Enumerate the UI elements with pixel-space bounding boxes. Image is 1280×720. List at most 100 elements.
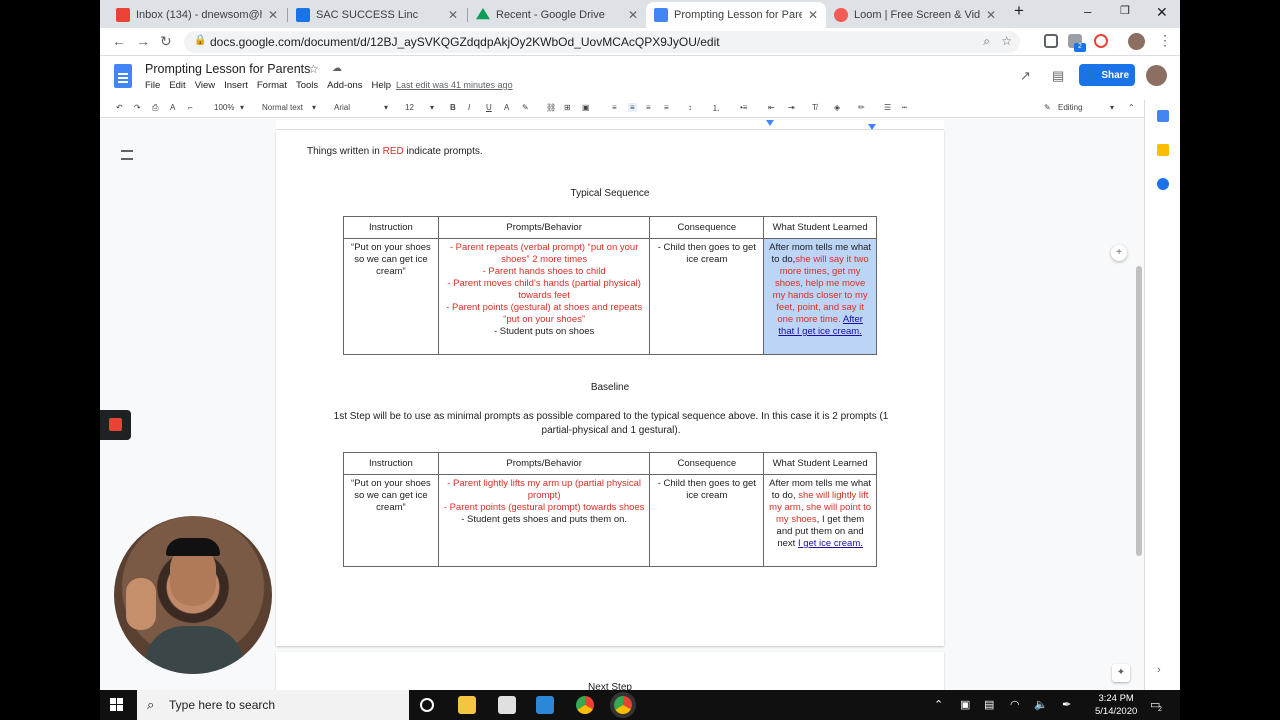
- bold-icon[interactable]: B: [450, 103, 456, 112]
- activity-trend-icon[interactable]: ↗: [1020, 68, 1031, 84]
- expand-panel-icon[interactable]: ›: [1157, 664, 1161, 676]
- window-close-icon[interactable]: ✕: [1156, 4, 1168, 21]
- menu-addons[interactable]: Add-ons: [327, 80, 362, 91]
- font-select[interactable]: Arial: [334, 103, 350, 112]
- document-page[interactable]: Things written in RED indicate prompts. …: [276, 130, 1127, 646]
- menu-help[interactable]: Help: [372, 80, 392, 91]
- taskbar-search[interactable]: ⌕ Type here to search: [137, 690, 409, 720]
- tab-gmail[interactable]: Inbox (134) - dnewsom@hbuh ✕: [108, 2, 286, 28]
- collapse-icon[interactable]: ⌃: [1128, 103, 1135, 112]
- pen-icon[interactable]: ✒: [1062, 698, 1071, 711]
- tasks-icon[interactable]: [1157, 178, 1169, 190]
- align-left-icon[interactable]: ≡: [612, 103, 617, 112]
- learned-link[interactable]: I get ice cream.: [798, 538, 863, 549]
- tray-app-icon[interactable]: ▣: [960, 698, 970, 711]
- numbered-list-icon[interactable]: ⒈: [712, 103, 720, 114]
- docs-logo-icon[interactable]: [114, 64, 132, 88]
- minimize-icon[interactable]: –: [1084, 4, 1091, 19]
- border-dash-icon[interactable]: ┅: [902, 103, 907, 112]
- menu-format[interactable]: Format: [257, 80, 287, 91]
- document-page-2[interactable]: Next Step: [276, 652, 944, 690]
- menu-insert[interactable]: Insert: [224, 80, 248, 91]
- windows-start-icon[interactable]: [110, 698, 123, 711]
- border-width-icon[interactable]: ☰: [884, 103, 891, 112]
- loom-extension-icon[interactable]: [1094, 34, 1108, 48]
- cortana-icon[interactable]: [420, 698, 434, 712]
- last-edit-link[interactable]: Last edit was 41 minutes ago: [396, 80, 513, 90]
- link-icon[interactable]: ⛓: [546, 103, 556, 112]
- menu-icon[interactable]: ⋮: [1158, 32, 1172, 49]
- decrease-indent-icon[interactable]: ⇤: [768, 103, 775, 112]
- redo-icon[interactable]: ↷: [134, 103, 141, 112]
- store-icon[interactable]: [498, 696, 516, 714]
- chevron-down-icon[interactable]: ▾: [430, 103, 434, 112]
- outline-icon[interactable]: [121, 150, 133, 160]
- tab-loom[interactable]: Loom | Free Screen & Video Re ✕: [826, 2, 1004, 28]
- style-select[interactable]: Normal text: [262, 103, 303, 112]
- reload-icon[interactable]: ↻: [160, 33, 172, 50]
- edit-pencil-icon[interactable]: ✎: [1044, 103, 1051, 112]
- tab-google-drive[interactable]: Recent - Google Drive ✕: [468, 2, 646, 28]
- close-icon[interactable]: ✕: [628, 8, 638, 22]
- scrollbar[interactable]: [1136, 266, 1142, 556]
- close-icon[interactable]: ✕: [268, 8, 278, 22]
- explore-icon[interactable]: ✦: [1112, 664, 1130, 682]
- underline-icon[interactable]: U: [486, 103, 492, 112]
- tab-prompting-lesson[interactable]: Prompting Lesson for Parents ✕: [646, 2, 826, 28]
- comment-history-icon[interactable]: ▤: [1052, 68, 1064, 84]
- keep-icon[interactable]: [1157, 144, 1169, 156]
- wifi-icon[interactable]: ◠: [1010, 698, 1020, 711]
- loom-record-button[interactable]: [100, 410, 131, 440]
- account-avatar[interactable]: [1146, 65, 1167, 86]
- menu-view[interactable]: View: [195, 80, 215, 91]
- webcam-bubble[interactable]: [114, 516, 272, 674]
- italic-icon[interactable]: I: [468, 103, 470, 112]
- tray-app-icon[interactable]: ▤: [984, 698, 994, 711]
- align-center-icon[interactable]: ≡: [628, 103, 637, 112]
- bulleted-list-icon[interactable]: •≡: [740, 103, 747, 112]
- text-color-icon[interactable]: A: [504, 103, 509, 112]
- star-icon[interactable]: ☆: [308, 62, 319, 76]
- tab-sac-success[interactable]: SAC SUCCESS Linc ✕: [288, 2, 466, 28]
- menu-edit[interactable]: Edit: [169, 80, 185, 91]
- bookmark-star-icon[interactable]: ☆: [1001, 34, 1012, 48]
- chevron-down-icon[interactable]: ▾: [312, 103, 316, 112]
- share-button[interactable]: 👤 Share: [1079, 64, 1135, 86]
- fill-color-icon[interactable]: ◈: [834, 103, 840, 112]
- zoom-search-icon[interactable]: ⌕: [983, 34, 990, 49]
- paint-format-icon[interactable]: ⌐: [188, 103, 193, 112]
- chevron-down-icon[interactable]: ▾: [1110, 103, 1114, 112]
- chevron-down-icon[interactable]: ▾: [240, 103, 244, 112]
- increase-indent-icon[interactable]: ⇥: [788, 103, 795, 112]
- file-explorer-icon[interactable]: [458, 696, 476, 714]
- volume-icon[interactable]: 🔈: [1034, 698, 1048, 711]
- align-right-icon[interactable]: ≡: [646, 103, 651, 112]
- add-comment-icon[interactable]: ⊞: [564, 103, 571, 112]
- justify-icon[interactable]: ≡: [664, 103, 669, 112]
- line-spacing-icon[interactable]: ↕: [688, 103, 692, 112]
- highlight-icon[interactable]: ✎: [522, 103, 529, 112]
- calendar-icon[interactable]: [1157, 110, 1169, 122]
- chrome-icon[interactable]: [576, 696, 594, 714]
- indent-marker[interactable]: [766, 120, 774, 126]
- chrome-icon[interactable]: [614, 696, 632, 714]
- print-icon[interactable]: ⎙: [152, 103, 158, 113]
- image-icon[interactable]: ▣: [582, 103, 590, 112]
- new-tab-button[interactable]: +: [1014, 1, 1024, 21]
- close-icon[interactable]: ✕: [986, 8, 996, 22]
- border-color-icon[interactable]: ✏: [858, 103, 865, 112]
- forward-icon[interactable]: →: [136, 33, 150, 49]
- mail-icon[interactable]: [536, 696, 554, 714]
- url-field[interactable]: 🔒 docs.google.com/document/d/12BJ_aySVKQ…: [184, 31, 1020, 53]
- add-comment-icon[interactable]: +: [1111, 245, 1127, 261]
- editing-mode-select[interactable]: Editing: [1058, 103, 1082, 112]
- zoom-select[interactable]: 100%: [214, 103, 234, 112]
- tray-chevron-icon[interactable]: ⌃: [934, 698, 943, 711]
- learned-cell-selected[interactable]: After mom tells me what to do,she will s…: [763, 238, 877, 355]
- cloud-status-icon[interactable]: ☁: [332, 63, 342, 74]
- restore-icon[interactable]: ❐: [1120, 4, 1130, 17]
- chevron-down-icon[interactable]: ▾: [384, 103, 388, 112]
- close-icon[interactable]: ✕: [808, 8, 818, 22]
- extension-icon[interactable]: [1044, 34, 1058, 48]
- font-size-select[interactable]: 12: [405, 103, 414, 112]
